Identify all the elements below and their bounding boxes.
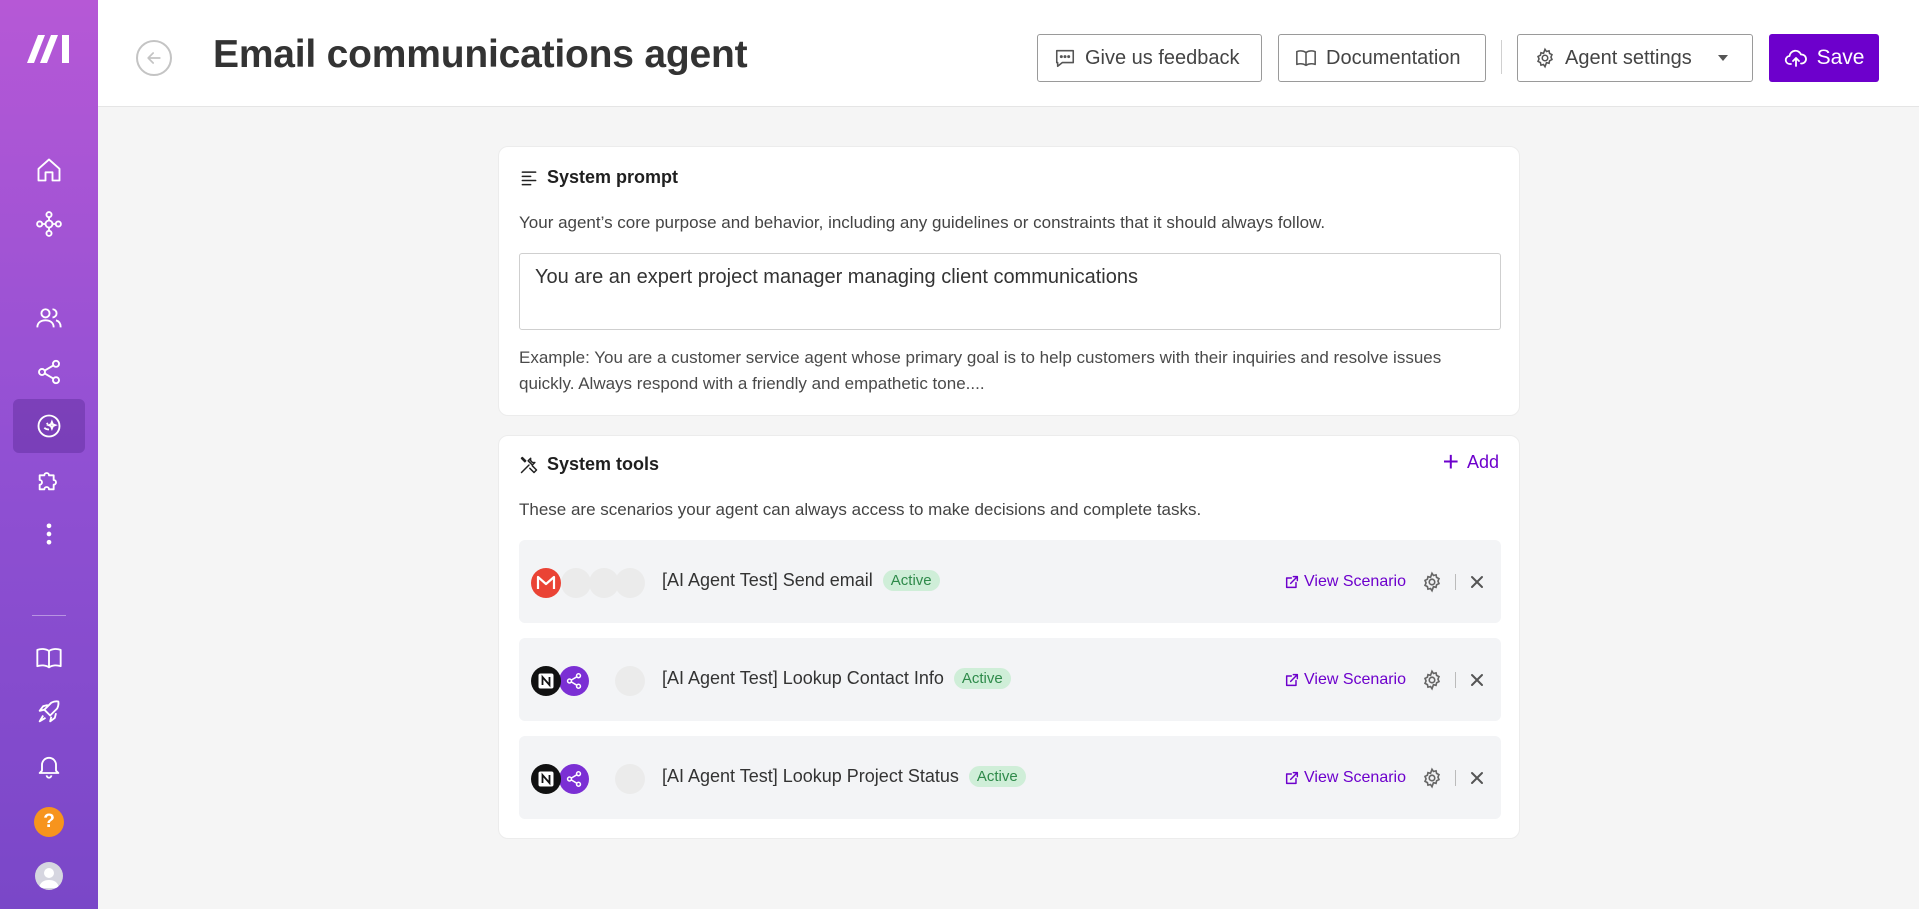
arrow-left-icon — [147, 52, 161, 64]
tool-actions: View Scenario — [1284, 568, 1487, 596]
sidebar-item-profile[interactable] — [13, 849, 85, 903]
placeholder-icon — [589, 568, 619, 598]
status-badge: Active — [882, 570, 940, 591]
notion-icon — [531, 764, 561, 794]
system-tools-title: System tools — [519, 454, 659, 475]
tool-actions: View Scenario — [1284, 764, 1487, 792]
chevron-down-icon — [1717, 55, 1728, 61]
tools-icon — [520, 456, 538, 473]
status-badge: Active — [953, 668, 1011, 689]
gear-icon — [1423, 669, 1441, 691]
view-scenario-link[interactable]: View Scenario — [1284, 671, 1406, 689]
app-icons — [531, 568, 645, 598]
tool-settings-button[interactable] — [1420, 570, 1444, 594]
system-tools-description: These are scenarios your agent can alway… — [519, 500, 1202, 519]
sidebar-item-launch[interactable] — [13, 685, 85, 739]
page-title: Email communications agent — [213, 33, 748, 76]
view-scenario-link[interactable]: View Scenario — [1284, 769, 1406, 787]
more-vertical-icon — [46, 523, 52, 545]
view-scenario-link[interactable]: View Scenario — [1284, 573, 1406, 591]
sidebar-item-help[interactable]: ? — [13, 795, 85, 849]
remove-tool-button[interactable] — [1467, 572, 1487, 592]
header-divider — [1501, 40, 1502, 74]
action-divider — [1455, 770, 1456, 786]
system-prompt-description: Your agent’s core purpose and behavior, … — [519, 213, 1326, 232]
sidebar-item-notifications[interactable] — [13, 739, 85, 793]
action-divider — [1455, 672, 1456, 688]
system-prompt-input[interactable]: You are an expert project manager managi… — [519, 253, 1501, 330]
placeholder-icon — [615, 764, 645, 794]
align-left-icon — [521, 170, 537, 185]
app-icons — [531, 666, 645, 696]
tool-row: [AI Agent Test] Lookup Contact Info Activ… — [519, 638, 1501, 721]
documentation-button[interactable]: Documentation — [1278, 34, 1486, 82]
gmail-icon — [531, 568, 561, 598]
sidebar-item-help-center[interactable] — [13, 631, 85, 685]
give-feedback-button[interactable]: Give us feedback — [1037, 34, 1262, 82]
gear-icon — [1423, 571, 1441, 593]
system-tools-card: System tools + Add These are scenarios y… — [498, 435, 1520, 839]
puzzle-icon — [38, 472, 57, 491]
add-tool-button[interactable]: + Add — [1442, 446, 1499, 477]
feedback-icon — [1055, 49, 1075, 68]
system-prompt-card: System prompt Your agent’s core purpose … — [498, 146, 1520, 416]
close-icon — [1471, 674, 1483, 686]
close-icon — [1471, 576, 1483, 588]
back-button[interactable] — [136, 40, 172, 76]
sidebar: ? — [0, 0, 98, 909]
remove-tool-button[interactable] — [1467, 670, 1487, 690]
gear-icon — [1423, 767, 1441, 789]
tool-name: [AI Agent Test] Lookup Contact Info Activ… — [662, 668, 1011, 689]
sidebar-divider — [32, 615, 66, 616]
page-header: Email communications agent Give us feedb… — [98, 0, 1919, 107]
sidebar-item-more[interactable] — [13, 507, 85, 561]
cloud-upload-icon — [1784, 49, 1807, 67]
agent-settings-button[interactable]: Agent settings — [1517, 34, 1753, 82]
rocket-icon — [38, 700, 60, 723]
notion-icon — [531, 666, 561, 696]
share-icon — [559, 764, 589, 794]
app-icons — [531, 764, 645, 794]
action-divider — [1455, 574, 1456, 590]
remove-tool-button[interactable] — [1467, 768, 1487, 788]
system-prompt-example: Example: You are a customer service agen… — [519, 348, 1442, 393]
help-icon: ? — [34, 807, 64, 837]
gear-icon — [1537, 47, 1553, 69]
system-prompt-title: System prompt — [519, 167, 678, 188]
plus-icon: + — [1442, 446, 1459, 477]
tool-row: [AI Agent Test] Send email Active View Sc… — [519, 540, 1501, 623]
close-icon — [1471, 772, 1483, 784]
tool-row: [AI Agent Test] Lookup Project Status Act… — [519, 736, 1501, 819]
external-link-icon — [1285, 771, 1299, 785]
sidebar-item-ai-agents[interactable] — [13, 399, 85, 453]
ai-agent-icon — [37, 414, 61, 438]
placeholder-icon — [561, 568, 591, 598]
sidebar-item-apps[interactable] — [13, 453, 85, 507]
tool-settings-button[interactable] — [1420, 668, 1444, 692]
tool-settings-button[interactable] — [1420, 766, 1444, 790]
bell-icon — [38, 756, 60, 779]
tool-name: [AI Agent Test] Send email Active — [662, 570, 940, 591]
external-link-icon — [1285, 575, 1299, 589]
share-icon — [38, 359, 60, 385]
tool-name: [AI Agent Test] Lookup Project Status Act… — [662, 766, 1026, 787]
save-button[interactable]: Save — [1769, 34, 1879, 82]
book-icon — [36, 648, 62, 669]
avatar — [35, 862, 63, 890]
users-icon — [36, 308, 62, 328]
external-link-icon — [1285, 673, 1299, 687]
sidebar-item-scenarios[interactable] — [13, 197, 85, 251]
tool-actions: View Scenario — [1284, 666, 1487, 694]
sidebar-item-team[interactable] — [13, 291, 85, 345]
home-icon — [37, 158, 61, 182]
sidebar-item-home[interactable] — [13, 143, 85, 197]
nodes-icon — [36, 211, 62, 237]
status-badge: Active — [968, 766, 1026, 787]
sidebar-item-connections[interactable] — [13, 345, 85, 399]
share-icon — [559, 666, 589, 696]
placeholder-icon — [615, 666, 645, 696]
book-open-icon — [1296, 50, 1316, 67]
placeholder-icon — [615, 568, 645, 598]
make-logo-icon[interactable] — [27, 33, 71, 63]
